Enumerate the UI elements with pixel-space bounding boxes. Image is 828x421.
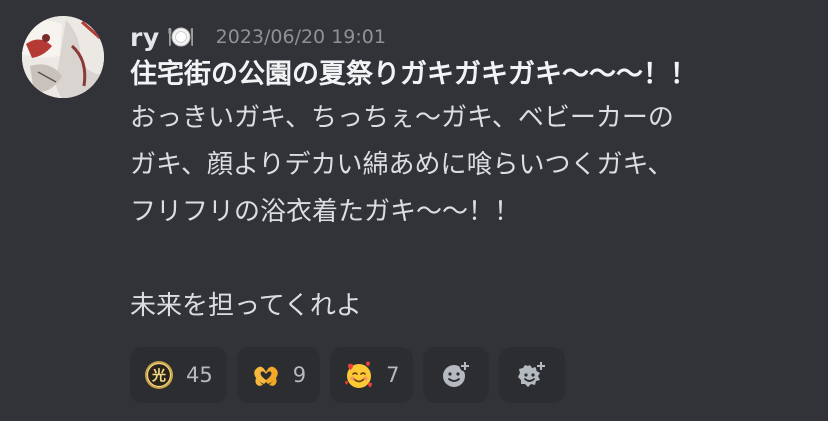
message-timestamp[interactable]: 2023/06/20 19:01 bbox=[216, 26, 386, 48]
message-title: 住宅街の公園の夏祭りガキガキガキ〜〜〜！！ bbox=[130, 59, 697, 90]
reaction-count: 7 bbox=[386, 363, 400, 387]
avatar-illustration bbox=[22, 16, 104, 98]
add-super-reaction-icon bbox=[517, 360, 547, 390]
message-line: フリフリの浴衣着たガキ〜〜！！ bbox=[130, 197, 521, 227]
message-header: ry 2023/06/20 19:01 bbox=[130, 20, 386, 54]
heart-hands-icon bbox=[251, 360, 281, 390]
message-line: ガキ、顔よりデカい綿あめに喰らいつくガキ、 bbox=[130, 150, 674, 180]
reaction-hikari[interactable]: 光 45 bbox=[130, 347, 227, 403]
reaction-smiling-face-with-hearts[interactable]: 7 bbox=[330, 347, 414, 403]
reaction-count: 9 bbox=[292, 363, 307, 387]
chat-message: ry 2023/06/20 19:01 住宅街の公園の夏祭りガキガキガキ〜〜〜！… bbox=[0, 0, 828, 421]
avatar[interactable] bbox=[22, 16, 104, 98]
message-line: おっきいガキ、ちっちぇ〜ガキ、ベビーカーの bbox=[130, 103, 674, 133]
hikari-gold-coin-icon: 光 bbox=[144, 360, 174, 390]
plate-with-cutlery-icon bbox=[168, 24, 194, 50]
message-content: 住宅街の公園の夏祭りガキガキガキ〜〜〜！！ おっきいガキ、ちっちぇ〜ガキ、ベビー… bbox=[130, 56, 820, 330]
add-super-reaction-button[interactable] bbox=[499, 347, 566, 403]
message-line: 未来を担ってくれよ bbox=[130, 291, 362, 321]
smiling-face-with-hearts-icon bbox=[344, 360, 374, 390]
add-reaction-button[interactable] bbox=[423, 347, 490, 403]
reaction-heart-hands[interactable]: 9 bbox=[236, 347, 321, 403]
svg-text:光: 光 bbox=[151, 368, 166, 385]
reaction-count: 45 bbox=[186, 363, 213, 387]
add-reaction-icon bbox=[441, 360, 471, 390]
username[interactable]: ry bbox=[130, 23, 160, 52]
reaction-bar: 光 45 9 7 bbox=[130, 347, 566, 403]
